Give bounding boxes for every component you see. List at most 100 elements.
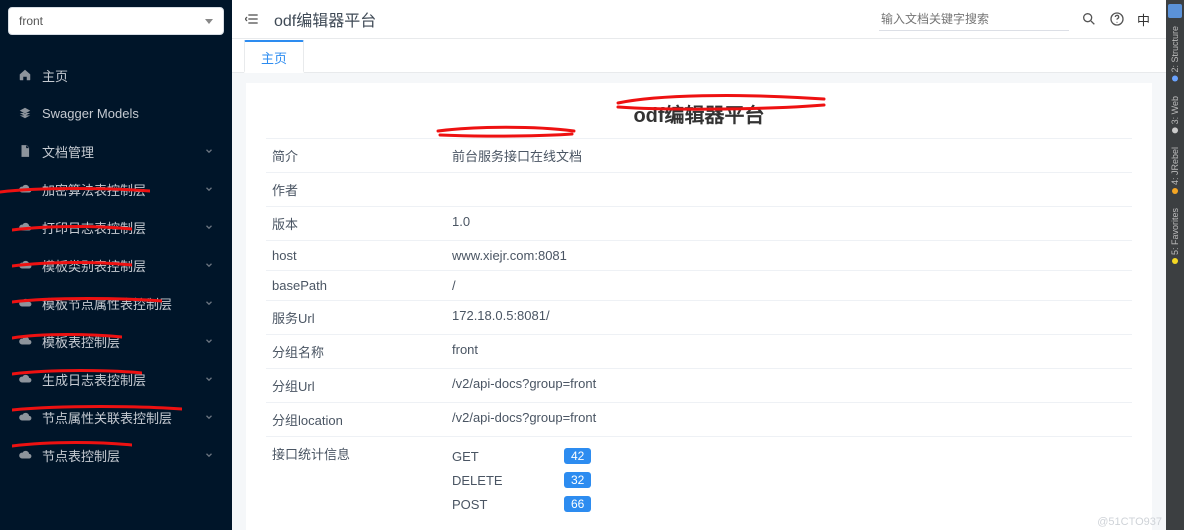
ide-tool-structure[interactable]: 2: Structure (1170, 26, 1180, 82)
ide-tool-favorites[interactable]: 5: Favorites (1170, 208, 1180, 264)
sidebar-item-2[interactable]: 文档管理 (0, 132, 232, 170)
stat-line: DELETE 32 (452, 468, 1126, 492)
info-key: 作者 (266, 173, 446, 207)
info-key: 分组名称 (266, 335, 446, 369)
info-value: /v2/api-docs?group=front (446, 403, 1132, 437)
help-button[interactable] (1103, 5, 1131, 33)
table-row: hostwww.xiejr.com:8081 (266, 241, 1132, 271)
content: odf编辑器平台 简介前台服务接口在线文档作者版本1.0hostwww.xiej… (232, 73, 1166, 530)
stat-count-badge: 66 (564, 496, 591, 512)
sidebar-item-label: 节点属性关联表控制层 (42, 408, 198, 427)
info-key: 分组Url (266, 369, 446, 403)
language-toggle[interactable]: 中 (1131, 10, 1156, 29)
sidebar-toggle-button[interactable] (238, 4, 268, 34)
topbar: odf编辑器平台 中 (232, 0, 1166, 38)
layers-icon (18, 106, 32, 120)
info-value: / (446, 271, 1132, 301)
app-title: odf编辑器平台 (274, 7, 376, 31)
table-row: 接口统计信息 GET 42 DELETE 32 POST 66 (266, 437, 1132, 524)
group-select[interactable]: front (8, 7, 224, 35)
stat-line: POST 66 (452, 492, 1126, 516)
search-button[interactable] (1075, 5, 1103, 33)
table-row: 简介前台服务接口在线文档 (266, 139, 1132, 173)
info-table: 简介前台服务接口在线文档作者版本1.0hostwww.xiejr.com:808… (266, 138, 1132, 523)
table-row: 版本1.0 (266, 207, 1132, 241)
info-value: 1.0 (446, 207, 1132, 241)
ide-tool-strip: 2: Structure 3: Web 4: JRebel 5: Favorites (1166, 0, 1184, 530)
ide-tool-jrebel[interactable]: 4: JRebel (1170, 147, 1180, 194)
sidebar-item-10[interactable]: 节点表控制层 (0, 436, 232, 474)
chevron-down-icon (204, 410, 214, 425)
table-row: 作者 (266, 173, 1132, 207)
sidebar-item-9[interactable]: 节点属性关联表控制层 (0, 398, 232, 436)
sidebar-item-0[interactable]: 主页 (0, 56, 232, 94)
sidebar-menu: 主页 Swagger Models 文档管理加密算法表控制层打印日志表控制层模板类别… (0, 42, 232, 530)
info-value: www.xiejr.com:8081 (446, 241, 1132, 271)
cloud-icon (18, 182, 32, 196)
info-key: 分组location (266, 403, 446, 437)
chevron-down-icon (204, 144, 214, 159)
chevron-down-icon (204, 220, 214, 235)
chevron-down-icon (204, 258, 214, 273)
home-icon (18, 68, 32, 82)
chevron-down-icon (204, 296, 214, 311)
sidebar: front 主页 Swagger Models 文档管理加密算法表控制层打印日志表控… (0, 0, 232, 530)
cloud-icon (18, 296, 32, 310)
table-row: basePath/ (266, 271, 1132, 301)
tab-0[interactable]: 主页 (244, 40, 304, 73)
stat-method: DELETE (452, 473, 522, 488)
stat-method: POST (452, 497, 522, 512)
sidebar-item-1[interactable]: Swagger Models (0, 94, 232, 132)
table-row: 分组Url/v2/api-docs?group=front (266, 369, 1132, 403)
info-key: basePath (266, 271, 446, 301)
sidebar-item-5[interactable]: 模板类别表控制层 (0, 246, 232, 284)
info-key: host (266, 241, 446, 271)
cloud-icon (18, 334, 32, 348)
search-wrap (879, 8, 1069, 31)
sidebar-item-4[interactable]: 打印日志表控制层 (0, 208, 232, 246)
chevron-down-icon (204, 448, 214, 463)
doc-icon (18, 144, 32, 158)
chevron-down-icon (204, 372, 214, 387)
sidebar-item-6[interactable]: 模板节点属性表控制层 (0, 284, 232, 322)
info-key: 版本 (266, 207, 446, 241)
sidebar-item-8[interactable]: 生成日志表控制层 (0, 360, 232, 398)
sidebar-item-label: 模板节点属性表控制层 (42, 294, 198, 313)
stat-method: GET (452, 449, 522, 464)
info-key: 接口统计信息 (266, 437, 446, 524)
sidebar-item-label: 打印日志表控制层 (42, 218, 198, 237)
chevron-down-icon (205, 19, 213, 24)
cloud-icon (18, 410, 32, 424)
info-value: /v2/api-docs?group=front (446, 369, 1132, 403)
stat-count-badge: 32 (564, 472, 591, 488)
sidebar-item-label: 文档管理 (42, 142, 198, 161)
ide-project-icon[interactable] (1168, 4, 1182, 18)
info-key: 简介 (266, 139, 446, 173)
sidebar-item-7[interactable]: 模板表控制层 (0, 322, 232, 360)
table-row: 服务Url172.18.0.5:8081/ (266, 301, 1132, 335)
group-select-value: front (19, 14, 205, 28)
cloud-icon (18, 258, 32, 272)
chevron-down-icon (204, 334, 214, 349)
stat-line: GET 42 (452, 444, 1126, 468)
search-input[interactable] (879, 8, 1069, 30)
info-panel: odf编辑器平台 简介前台服务接口在线文档作者版本1.0hostwww.xiej… (246, 83, 1152, 530)
sidebar-item-label: Swagger Models (42, 106, 214, 121)
info-value: 前台服务接口在线文档 (446, 139, 1132, 173)
sidebar-item-label: 生成日志表控制层 (42, 370, 198, 389)
ide-tool-web[interactable]: 3: Web (1170, 96, 1180, 133)
stat-count-badge: 42 (564, 448, 591, 464)
page-title: odf编辑器平台 (266, 93, 1132, 136)
info-value (446, 173, 1132, 207)
info-value: GET 42 DELETE 32 POST 66 (446, 437, 1132, 524)
info-value: 172.18.0.5:8081/ (446, 301, 1132, 335)
main: odf编辑器平台 中 主页 odf编辑器平台 简介前台服务接口在线文档作者版本1… (232, 0, 1166, 530)
sidebar-item-label: 主页 (42, 66, 214, 85)
sidebar-item-label: 模板类别表控制层 (42, 256, 198, 275)
watermark: @51CTO937 (1097, 516, 1162, 528)
sidebar-item-3[interactable]: 加密算法表控制层 (0, 170, 232, 208)
sidebar-item-label: 加密算法表控制层 (42, 180, 198, 199)
sidebar-item-label: 节点表控制层 (42, 446, 198, 465)
chevron-down-icon (204, 182, 214, 197)
tabbar: 主页 (232, 38, 1166, 73)
